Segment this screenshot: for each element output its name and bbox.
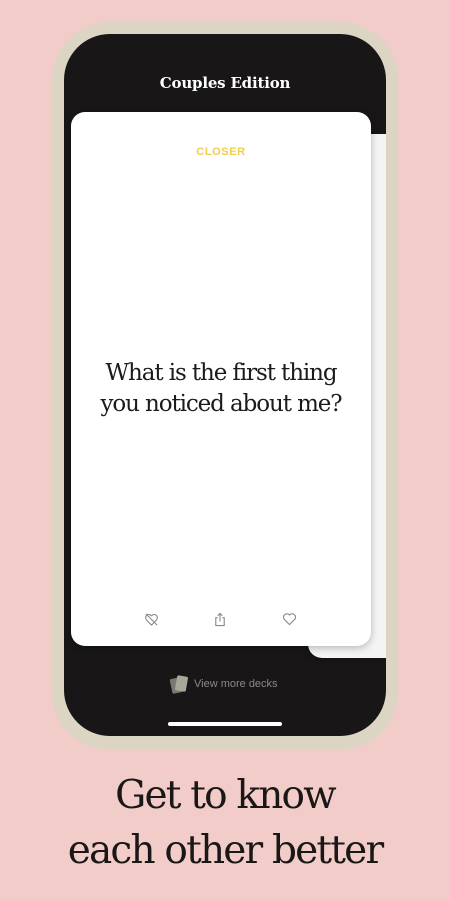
- heart-slash-icon: [144, 612, 159, 627]
- caption-line-1: Get to know: [115, 773, 336, 818]
- card-question: What is the first thing you noticed abou…: [100, 360, 342, 417]
- page: Couples Edition CLOSER What is the first…: [0, 0, 450, 900]
- share-button[interactable]: [211, 610, 229, 628]
- card-category: CLOSER: [196, 146, 246, 158]
- heart-icon: [282, 612, 297, 626]
- dislike-button[interactable]: [142, 610, 160, 628]
- caption-line-2: each other better: [67, 828, 384, 873]
- like-button[interactable]: [280, 610, 298, 628]
- screen-title: Couples Edition: [159, 74, 291, 92]
- view-more-decks-button[interactable]: View more decks: [168, 672, 278, 696]
- cards-stack-icon: [168, 673, 190, 695]
- question-card[interactable]: CLOSER What is the first thing you notic…: [71, 112, 371, 646]
- home-indicator[interactable]: [168, 722, 282, 726]
- view-more-label: View more decks: [194, 678, 278, 690]
- share-icon: [213, 612, 227, 627]
- card-actions: [71, 610, 371, 628]
- phone-screen: Couples Edition CLOSER What is the first…: [64, 34, 386, 736]
- marketing-caption: Get to know each other better: [0, 768, 450, 878]
